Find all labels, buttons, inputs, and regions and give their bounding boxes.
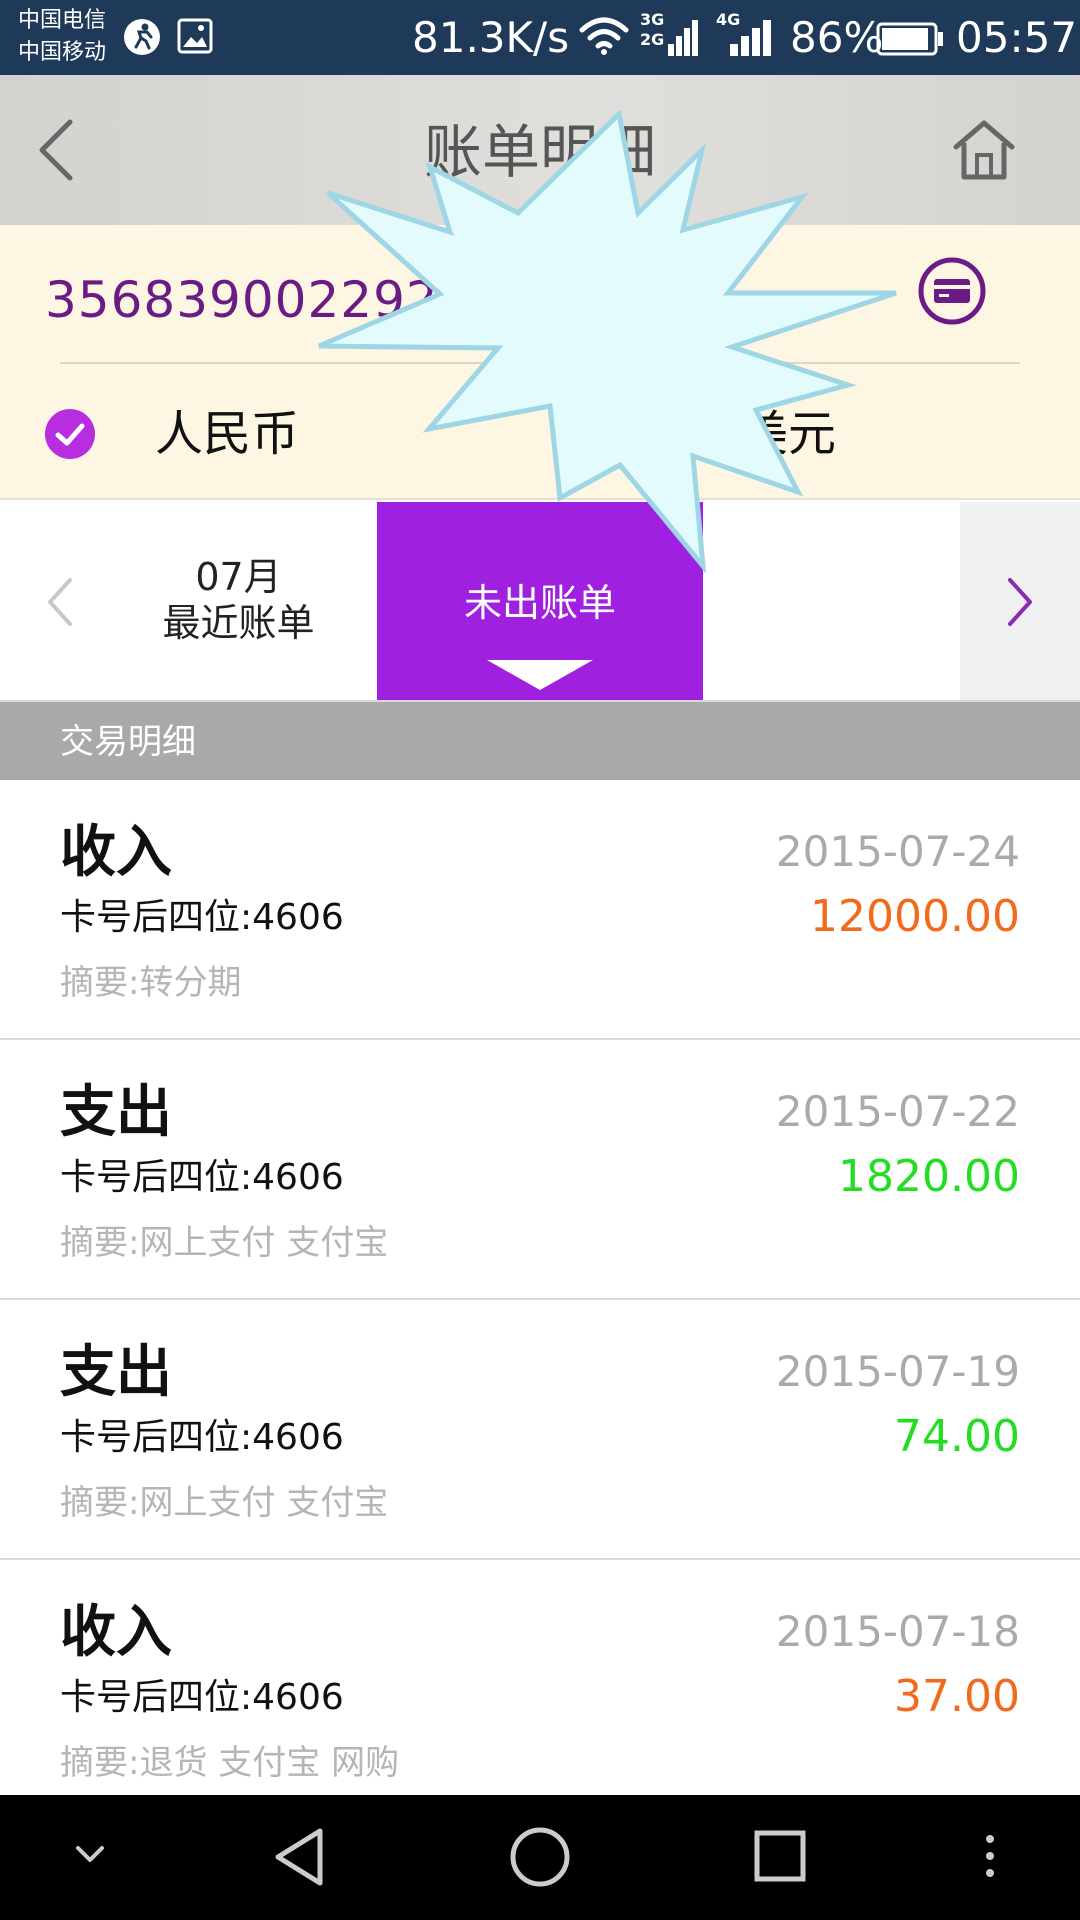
transaction-list: 收入 2015-07-24 卡号后四位:4606 12000.00 摘要:转分期… [0,780,1080,1820]
transaction-summary: 摘要:转分期 [60,963,242,1003]
transaction-summary: 摘要:退货 支付宝 网购 [60,1743,400,1783]
battery-icon [876,22,943,56]
home-circle-icon[interactable] [508,1825,572,1889]
signal-type-labels: 3G 2G [640,10,664,50]
transaction-summary: 摘要:网上支付 支付宝 [60,1483,389,1523]
wifi-icon [579,17,629,55]
transaction-date: 2015-07-24 [775,827,1020,876]
battery-percent: 86% [790,13,884,62]
starburst-overlay [318,110,897,574]
carrier-labels: 中国电信 中国移动 [18,5,106,69]
chevron-right-icon [1008,578,1032,626]
transaction-date: 2015-07-22 [775,1087,1020,1136]
transaction-amount: 1820.00 [838,1151,1020,1202]
prev-period-button[interactable] [40,572,80,632]
transaction-card-last4: 卡号后四位:4606 [60,1677,344,1718]
transaction-summary: 摘要:网上支付 支付宝 [60,1223,389,1263]
signal-icon [730,20,771,56]
running-icon [124,19,160,55]
clock: 05:57 [956,13,1078,62]
check-circle-icon[interactable] [44,408,96,460]
transaction-type: 收入 [60,820,172,885]
active-tab-pointer [487,660,593,690]
signal-icon [668,20,698,56]
transaction-row[interactable]: 支出 2015-07-22 卡号后四位:4606 1820.00 摘要:网上支付… [0,1040,1080,1300]
signal-label-2g: 2G [640,30,665,49]
transaction-row[interactable]: 支出 2015-07-19 卡号后四位:4606 74.00 摘要:网上支付 支… [0,1300,1080,1560]
status-bar: 中国电信 中国移动 81.3K/s 3G 2G 4G 86% 05:57 [0,0,1080,75]
carrier-2: 中国移动 [18,40,107,65]
transaction-card-last4: 卡号后四位:4606 [60,1157,344,1198]
next-period-button[interactable] [960,502,1080,700]
back-triangle-icon[interactable] [270,1825,330,1889]
section-header: 交易明细 [0,700,1080,780]
recents-square-icon[interactable] [750,1825,810,1889]
image-icon [177,18,213,54]
carrier-1: 中国电信 [18,8,107,33]
transaction-date: 2015-07-18 [775,1607,1020,1656]
transaction-type: 支出 [60,1080,172,1145]
transaction-card-last4: 卡号后四位:4606 [60,1417,344,1458]
transaction-date: 2015-07-19 [775,1347,1020,1396]
transaction-amount: 12000.00 [810,891,1020,942]
transaction-card-last4: 卡号后四位:4606 [60,897,344,938]
transaction-amount: 37.00 [894,1671,1020,1722]
tab-recent-label: 最近账单 [162,601,315,645]
signal-label-3g: 3G [640,10,665,29]
transaction-type: 支出 [60,1340,172,1405]
more-dots-icon[interactable] [978,1831,1002,1881]
section-title: 交易明细 [60,722,196,762]
chevron-down-icon[interactable] [70,1840,110,1870]
transaction-type: 收入 [60,1600,172,1665]
transaction-amount: 74.00 [894,1411,1020,1462]
starburst-shape [318,110,897,574]
transaction-row[interactable]: 收入 2015-07-18 卡号后四位:4606 37.00 摘要:退货 支付宝… [0,1560,1080,1820]
currency-option-rmb[interactable]: 人民币 [155,403,299,465]
credit-card-icon[interactable] [917,256,987,326]
transaction-row[interactable]: 收入 2015-07-24 卡号后四位:4606 12000.00 摘要:转分期 [0,780,1080,1040]
home-icon[interactable] [950,115,1018,185]
system-nav-bar [0,1795,1080,1920]
network-speed: 81.3K/s [412,13,570,62]
